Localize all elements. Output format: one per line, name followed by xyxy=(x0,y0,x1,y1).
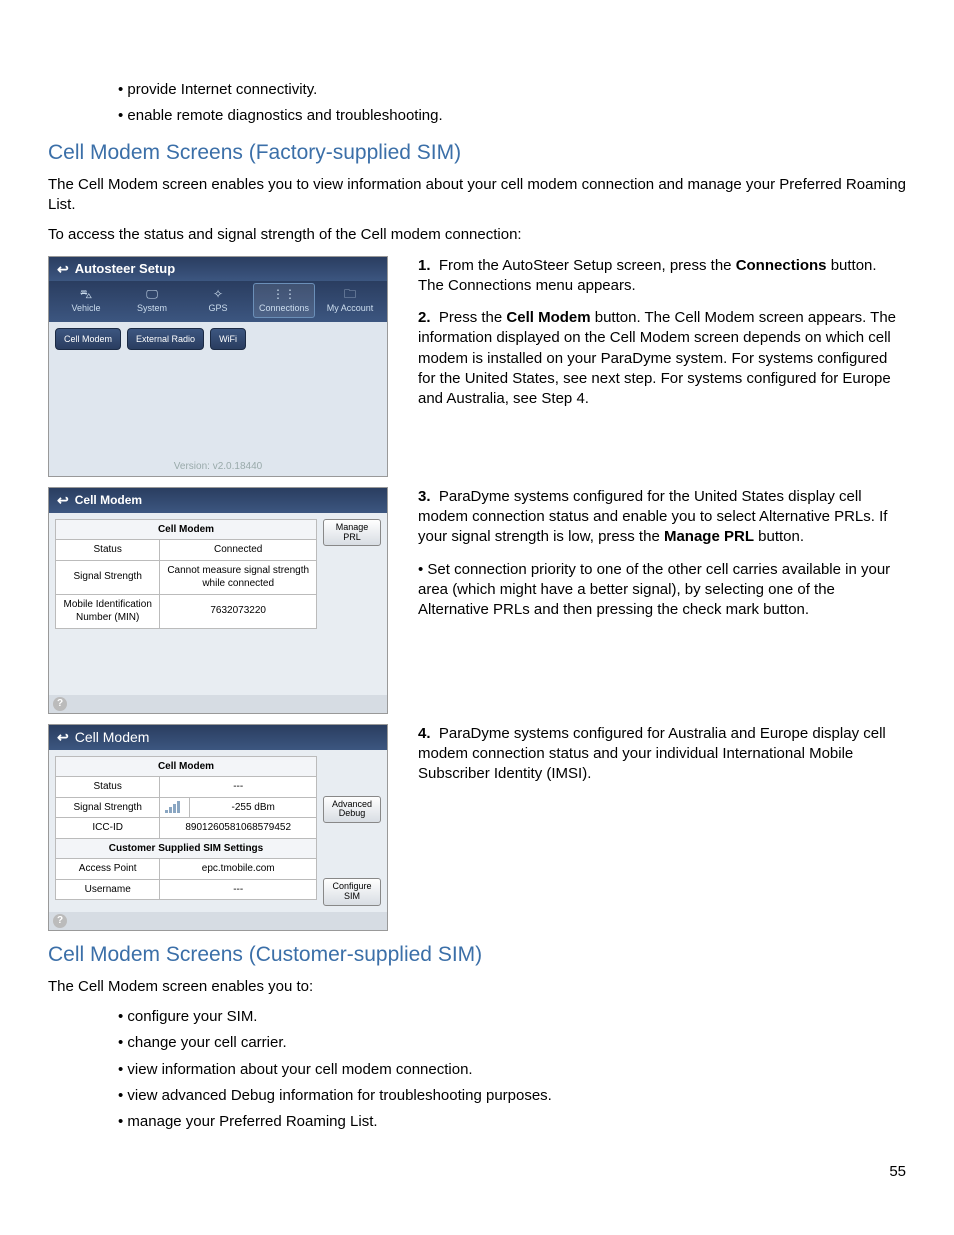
section-heading-customer-sim: Cell Modem Screens (Customer-supplied SI… xyxy=(48,941,906,969)
cell-modem-table: Cell Modem StatusConnected Signal Streng… xyxy=(55,519,317,629)
step-3-sub: • Set connection priority to one of the … xyxy=(418,560,906,621)
table-header: Cell Modem xyxy=(56,519,317,540)
back-arrow-icon[interactable]: ↩ xyxy=(57,491,69,510)
table-row: StatusConnected xyxy=(56,540,317,561)
connections-icon: ⋮⋮ xyxy=(254,286,314,302)
row-value: --- xyxy=(160,777,317,798)
section1-para1: The Cell Modem screen enables you to vie… xyxy=(48,175,906,216)
table-header: Customer Supplied SIM Settings xyxy=(56,838,317,859)
row-value: Cannot measure signal strength while con… xyxy=(160,560,317,594)
step-3: 3. ParaDyme systems configured for the U… xyxy=(418,487,906,548)
advanced-debug-button[interactable]: Advanced Debug xyxy=(323,796,381,824)
row-value: Connected xyxy=(160,540,317,561)
signal-bars-icon xyxy=(160,797,190,818)
help-bar: ? xyxy=(49,912,387,930)
step-1: 1. From the AutoSteer Setup screen, pres… xyxy=(418,256,906,297)
manage-prl-button[interactable]: Manage PRL xyxy=(323,519,381,547)
back-arrow-icon[interactable]: ↩ xyxy=(57,728,69,747)
bullet-item: view advanced Debug information for trou… xyxy=(118,1086,906,1106)
account-icon: 🗀 xyxy=(320,286,380,302)
nav-vehicle[interactable]: ⛍Vehicle xyxy=(55,283,117,317)
back-arrow-icon[interactable]: ↩ xyxy=(57,260,69,279)
version-label: Version: v2.0.18440 xyxy=(49,460,387,474)
window-title: Cell Modem xyxy=(75,492,142,508)
page-number: 55 xyxy=(48,1162,906,1182)
nav-my-account[interactable]: 🗀My Account xyxy=(319,283,381,317)
section-heading-factory-sim: Cell Modem Screens (Factory-supplied SIM… xyxy=(48,139,906,167)
row-value: 7632073220 xyxy=(160,594,317,628)
row-label: Username xyxy=(56,879,160,900)
nav-connections[interactable]: ⋮⋮Connections xyxy=(253,283,315,317)
table-row: ICC-ID8901260581068579452 xyxy=(56,818,317,839)
bullet-item: change your cell carrier. xyxy=(118,1033,906,1053)
tab-external-radio[interactable]: External Radio xyxy=(127,328,204,350)
system-icon: 🖵 xyxy=(122,286,182,302)
window-title: Autosteer Setup xyxy=(75,260,175,278)
bullet-item: provide Internet connectivity. xyxy=(118,80,906,100)
table-row: Username--- xyxy=(56,879,317,900)
bullet-item: configure your SIM. xyxy=(118,1007,906,1027)
top-nav: ⛍Vehicle 🖵System ✧GPS ⋮⋮Connections 🗀My … xyxy=(49,281,387,321)
tab-cell-modem[interactable]: Cell Modem xyxy=(55,328,121,350)
intro-bullets: provide Internet connectivity. enable re… xyxy=(118,80,906,127)
nav-gps[interactable]: ✧GPS xyxy=(187,283,249,317)
window-title-bar: ↩ Autosteer Setup xyxy=(49,257,387,282)
tab-wifi[interactable]: WiFi xyxy=(210,328,246,350)
window-title-bar: ↩ Cell Modem xyxy=(49,488,387,513)
bullet-item: enable remote diagnostics and troublesho… xyxy=(118,106,906,126)
step-2: 2. Press the Cell Modem button. The Cell… xyxy=(418,308,906,409)
help-icon[interactable]: ? xyxy=(53,697,67,711)
screenshot-cell-modem-intl: ↩ Cell Modem Cell Modem Status--- Signal… xyxy=(48,724,388,931)
help-bar: ? xyxy=(49,695,387,713)
row-label: Status xyxy=(56,540,160,561)
row-label: Signal Strength xyxy=(56,560,160,594)
help-icon[interactable]: ? xyxy=(53,914,67,928)
vehicle-icon: ⛍ xyxy=(56,286,116,302)
row-label: ICC-ID xyxy=(56,818,160,839)
section2-bullets: configure your SIM. change your cell car… xyxy=(118,1007,906,1132)
screenshot-cell-modem-us: ↩ Cell Modem Cell Modem StatusConnected … xyxy=(48,487,388,714)
connections-submenu: Cell Modem External Radio WiFi xyxy=(49,322,387,356)
row-label: Access Point xyxy=(56,859,160,880)
table-row: Mobile Identification Number (MIN)763207… xyxy=(56,594,317,628)
row-value: 8901260581068579452 xyxy=(160,818,317,839)
configure-sim-button[interactable]: Configure SIM xyxy=(323,878,381,906)
screenshot-autosteer-setup: ↩ Autosteer Setup ⛍Vehicle 🖵System ✧GPS … xyxy=(48,256,388,477)
row-value: -255 dBm xyxy=(190,797,317,818)
step-4: 4. ParaDyme systems configured for Austr… xyxy=(418,724,906,785)
cell-modem-table: Cell Modem Status--- Signal Strength-255… xyxy=(55,756,317,901)
table-header: Cell Modem xyxy=(56,756,317,777)
window-title-bar: ↩ Cell Modem xyxy=(49,725,387,750)
section2-para: The Cell Modem screen enables you to: xyxy=(48,977,906,997)
table-row: Signal Strength -255 dBm xyxy=(56,797,317,818)
table-row: Signal StrengthCannot measure signal str… xyxy=(56,560,317,594)
bullet-item: view information about your cell modem c… xyxy=(118,1060,906,1080)
row-label: Mobile Identification Number (MIN) xyxy=(56,594,160,628)
table-row: Status--- xyxy=(56,777,317,798)
bullet-item: manage your Preferred Roaming List. xyxy=(118,1112,906,1132)
section1-para2: To access the status and signal strength… xyxy=(48,225,906,245)
row-label: Status xyxy=(56,777,160,798)
table-row: Access Pointepc.tmobile.com xyxy=(56,859,317,880)
gps-icon: ✧ xyxy=(188,286,248,302)
row-value: --- xyxy=(160,879,317,900)
window-title: Cell Modem xyxy=(75,728,150,747)
row-label: Signal Strength xyxy=(56,797,160,818)
row-value: epc.tmobile.com xyxy=(160,859,317,880)
nav-system[interactable]: 🖵System xyxy=(121,283,183,317)
